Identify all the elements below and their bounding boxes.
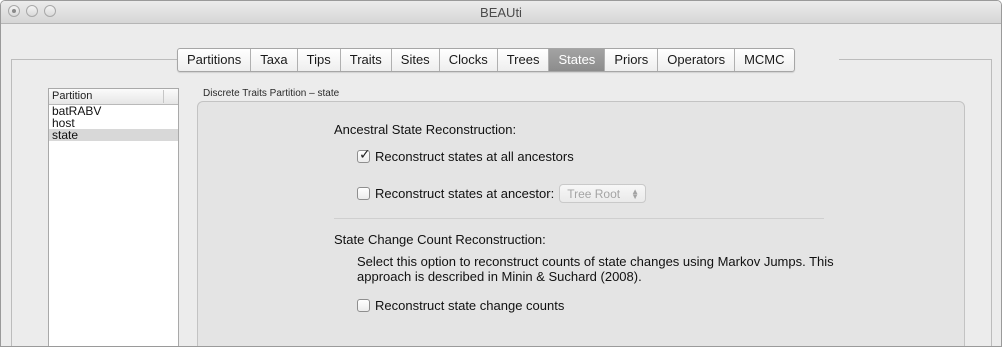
tab-operators[interactable]: Operators	[658, 49, 736, 71]
reconstruct-all-row[interactable]: ✓ Reconstruct states at all ancestors	[357, 146, 574, 164]
section-separator	[334, 218, 824, 219]
title-bar: BEAUti	[1, 1, 1001, 24]
checkmark-icon: ✓	[359, 146, 371, 162]
tab-taxa[interactable]: Taxa	[251, 49, 298, 71]
tab-traits[interactable]: Traits	[341, 49, 392, 71]
reconstruct-all-label[interactable]: Reconstruct states at all ancestors	[375, 149, 574, 164]
reconstruct-at-row[interactable]: Reconstruct states at ancestor: Tree Roo…	[357, 184, 647, 203]
tab-frame-border-left	[11, 59, 12, 346]
ancestral-reconstruction-heading: Ancestral State Reconstruction:	[334, 122, 517, 137]
main-tab-bar: Partitions Taxa Tips Traits Sites Clocks…	[177, 48, 795, 72]
reconstruct-counts-row[interactable]: Reconstruct state change counts	[357, 298, 564, 313]
reconstruct-counts-checkbox[interactable]	[357, 299, 370, 312]
section-label: Discrete Traits Partition – state	[203, 88, 340, 99]
updown-arrows-icon: ▲ ▼	[631, 186, 640, 201]
tab-states[interactable]: States	[549, 49, 606, 71]
tab-frame-line-right	[839, 59, 991, 60]
tab-partitions[interactable]: Partitions	[178, 49, 252, 71]
reconstruct-all-checkbox[interactable]: ✓	[357, 146, 371, 163]
partition-list[interactable]: Partition batRABV host state	[48, 88, 179, 346]
reconstruct-counts-label[interactable]: Reconstruct state change counts	[375, 298, 564, 313]
partition-item-state[interactable]: state	[49, 129, 178, 141]
tab-frame-border-right	[991, 59, 992, 346]
tab-trees[interactable]: Trees	[498, 49, 550, 71]
tab-priors[interactable]: Priors	[605, 49, 659, 71]
window-title: BEAUti	[480, 5, 522, 20]
tab-mcmc[interactable]: MCMC	[735, 49, 793, 71]
states-options-panel	[197, 101, 965, 346]
state-change-description: Select this option to reconstruct counts…	[357, 254, 834, 284]
beauti-window: BEAUti Partitions Taxa Tips Traits Sites…	[0, 0, 1002, 347]
reconstruct-at-checkbox[interactable]	[357, 187, 370, 200]
reconstruct-at-label[interactable]: Reconstruct states at ancestor:	[375, 186, 554, 201]
state-change-heading: State Change Count Reconstruction:	[334, 232, 546, 247]
tab-clocks[interactable]: Clocks	[440, 49, 498, 71]
tab-sites[interactable]: Sites	[392, 49, 440, 71]
tab-frame-line-left	[11, 59, 177, 60]
ancestor-dropdown-value: Tree Root	[567, 186, 621, 201]
ancestor-dropdown[interactable]: Tree Root ▲ ▼	[559, 184, 647, 203]
partition-column-header[interactable]: Partition	[49, 89, 178, 105]
tab-tips[interactable]: Tips	[298, 49, 341, 71]
